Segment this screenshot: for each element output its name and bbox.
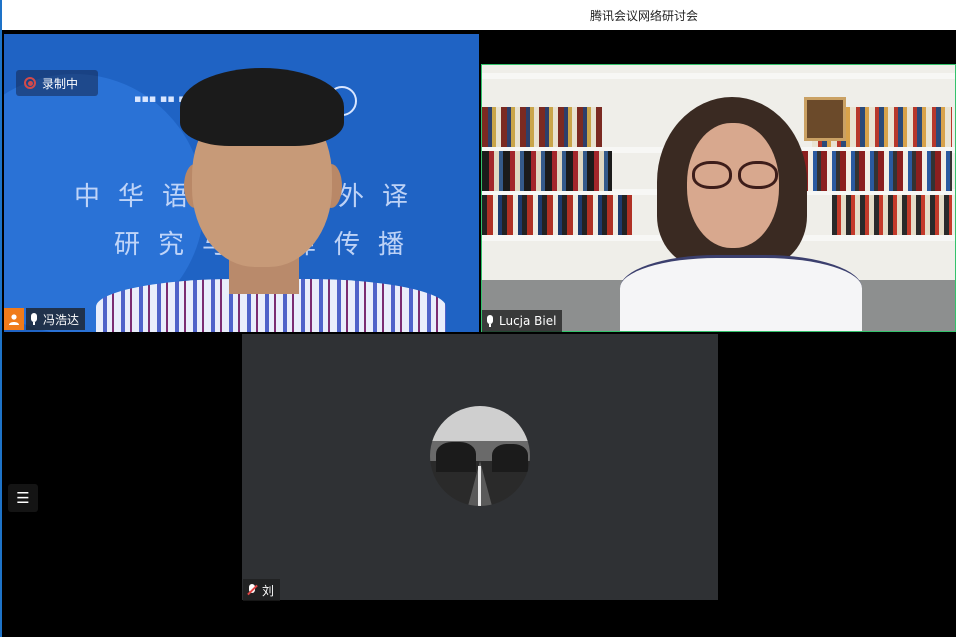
- participant-name: Lucja Biel: [499, 314, 557, 328]
- books-row: [482, 107, 602, 147]
- shelf: [482, 73, 955, 79]
- person-icon: [4, 308, 24, 330]
- books-row: [482, 151, 612, 191]
- video-tile-liu[interactable]: [242, 334, 718, 600]
- books-row: [802, 151, 952, 191]
- participant-nametag-feng: 冯浩达: [26, 308, 86, 330]
- recording-label: 录制中: [42, 76, 79, 91]
- books-row: [482, 195, 632, 235]
- record-icon: [24, 77, 36, 89]
- logo-text-decoration: ▪▪▪ ▪▪ ▪: [134, 92, 186, 105]
- microphone-muted-icon: [247, 583, 257, 597]
- glasses: [692, 161, 778, 189]
- participant-nametag-lucja: Lucja Biel: [482, 310, 563, 332]
- microphone-icon: [486, 315, 494, 327]
- participant-avatar: [430, 406, 530, 506]
- video-tile-lucja-biel[interactable]: [481, 64, 956, 332]
- window-title: 腾讯会议网络研讨会: [589, 9, 698, 23]
- speaker-shirt: [620, 255, 862, 331]
- microphone-icon: [30, 313, 38, 325]
- books-row: [832, 195, 952, 235]
- participant-name: 冯浩达: [43, 312, 80, 327]
- recording-indicator[interactable]: 录制中: [16, 70, 98, 96]
- participant-nametag-liu: 刘: [243, 579, 281, 601]
- framed-photo: [804, 97, 846, 141]
- participant-name: 刘: [262, 583, 275, 598]
- list-menu-icon[interactable]: ☰: [8, 484, 38, 512]
- speaker-hair: [180, 68, 344, 146]
- title-bar: 腾讯会议网络研讨会: [0, 0, 956, 30]
